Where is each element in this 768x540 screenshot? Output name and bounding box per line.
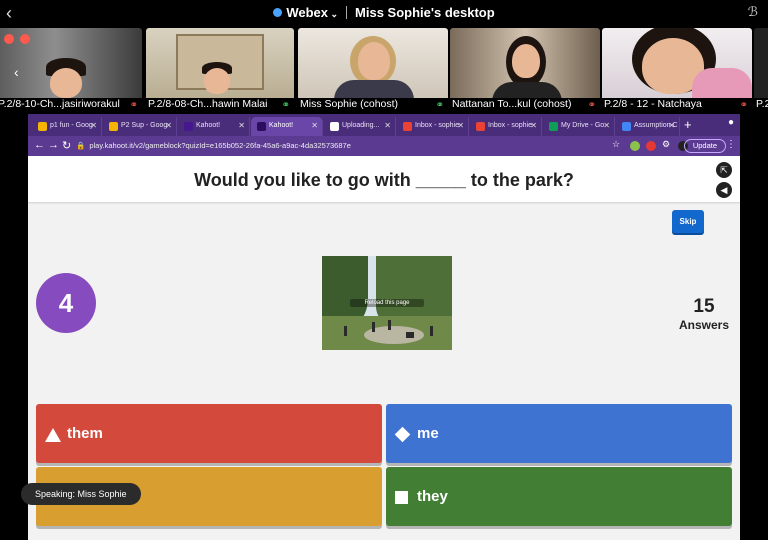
mic-muted-icon: ⚭: [739, 100, 748, 111]
extension-icon[interactable]: [646, 141, 656, 151]
more-menu-icon[interactable]: ⋮: [726, 139, 736, 150]
docs-icon: [109, 122, 118, 131]
browser-tab-bar: p1 fun - Goog ✕ P2 Sup - Goog ✕ Kahoot! ✕ K…: [28, 114, 740, 136]
mic-active-icon: ⚭: [435, 100, 444, 111]
square-icon: [395, 491, 408, 504]
participant-name: P.2/8 - 12 - Natchaya: [604, 98, 702, 110]
site-icon: [622, 122, 631, 131]
participant-strip: ‹ P.2/8-10-Ch...jasiriworakul ⚭ P.2/8-08…: [0, 26, 768, 112]
answers-counter: 15 Answers: [672, 296, 736, 332]
participant-tile[interactable]: Miss Sophie (cohost) ⚭: [298, 28, 448, 112]
url-field[interactable]: 🔒 play.kahoot.it/v2/gameblock?quizId=e165…: [76, 141, 351, 150]
new-tab-icon[interactable]: +: [684, 117, 692, 132]
answers-count-number: 15: [693, 296, 715, 317]
drive-icon: [549, 122, 558, 131]
answers-count-label: Answers: [678, 318, 730, 332]
close-tab-icon[interactable]: ✕: [311, 121, 318, 130]
back-arrow-icon[interactable]: ←: [34, 139, 45, 151]
bookmark-star-icon[interactable]: ☆: [612, 139, 620, 150]
video-off-indicator-icon: [20, 34, 30, 44]
reload-icon[interactable]: ↻: [62, 139, 71, 152]
skip-button[interactable]: Skip: [672, 210, 704, 233]
browser-tab[interactable]: Assumption C ✕: [616, 117, 680, 136]
browser-tab[interactable]: P2 Sup - Goog ✕: [103, 117, 177, 136]
browser-tab[interactable]: Uploading... ✕: [324, 117, 396, 136]
close-tab-icon[interactable]: ✕: [603, 121, 610, 130]
docs-icon: [38, 122, 47, 131]
browser-tab[interactable]: My Drive - Go ✕: [543, 117, 615, 136]
extensions-puzzle-icon[interactable]: ⚙: [662, 139, 670, 150]
kahoot-icon: [257, 122, 266, 131]
meeting-title[interactable]: Webex ⌄ Miss Sophie's desktop: [0, 5, 768, 20]
update-button[interactable]: Update: [683, 139, 726, 153]
participant-tile[interactable]: ‹ P.2/8-10-Ch...jasiriworakul ⚭: [0, 28, 142, 112]
browser-tab[interactable]: Kahoot! ✕: [178, 117, 250, 136]
close-tab-icon[interactable]: ✕: [668, 121, 675, 130]
close-tab-icon[interactable]: ✕: [457, 121, 464, 130]
participant-tile[interactable]: Nattanan To...kul (cohost) ⚭: [450, 28, 600, 112]
answer-text: me: [417, 425, 439, 442]
answer-text: they: [417, 488, 448, 505]
fullscreen-icon[interactable]: ⇱: [716, 162, 732, 178]
address-bar: ← → ↻ 🔒 play.kahoot.it/v2/gameblock?quizI…: [28, 136, 740, 156]
answer-option-square[interactable]: they: [386, 467, 732, 526]
webex-logo-icon: [273, 8, 283, 17]
lock-icon: 🔒: [76, 141, 86, 150]
question-bar: Would you like to go with _____ to the p…: [28, 156, 740, 202]
close-tab-icon[interactable]: ✕: [90, 121, 97, 130]
mic-muted-icon: ⚭: [129, 100, 138, 111]
close-tab-icon[interactable]: ✕: [530, 121, 537, 130]
answer-option-triangle[interactable]: them: [36, 404, 382, 463]
question-image: Reload this page: [322, 256, 452, 350]
diamond-icon: [394, 426, 411, 443]
reload-overlay-text[interactable]: Reload this page: [350, 299, 424, 307]
close-tab-icon[interactable]: ✕: [238, 121, 245, 130]
mute-indicator-icon: [4, 34, 14, 44]
participant-tile[interactable]: P.2/8-08-Ch...hawin Malai ⚭: [146, 28, 294, 112]
participant-name: Nattanan To...kul (cohost): [452, 98, 572, 110]
browser-tab[interactable]: Inbox - sophie ✕: [470, 117, 542, 136]
browser-tab[interactable]: p1 fun - Goog ✕: [32, 117, 102, 136]
gmail-icon: [403, 122, 412, 131]
close-tab-icon[interactable]: ✕: [384, 121, 391, 130]
app-name: Webex: [286, 5, 328, 20]
question-text: Would you like to go with _____ to the p…: [194, 170, 574, 190]
triangle-icon: [45, 427, 61, 442]
browser-tab-active[interactable]: Kahoot! ✕: [251, 117, 323, 136]
left-arrow-icon[interactable]: ‹: [14, 64, 19, 80]
speaking-indicator: Speaking: Miss Sophie: [21, 483, 141, 505]
browser-tab[interactable]: Inbox - sophie ✕: [397, 117, 469, 136]
forward-arrow-icon[interactable]: →: [48, 139, 59, 151]
answer-text: them: [67, 425, 103, 442]
close-tab-icon[interactable]: ✕: [165, 121, 172, 130]
upload-icon: [330, 122, 339, 131]
answer-option-diamond[interactable]: me: [386, 404, 732, 463]
extension-icon[interactable]: [630, 141, 640, 151]
sound-icon[interactable]: ◀: [716, 182, 732, 198]
kahoot-icon: [184, 122, 193, 131]
mic-muted-icon: ⚭: [587, 100, 596, 111]
mic-active-icon: ⚭: [281, 100, 290, 111]
participant-tile[interactable]: P.2: [754, 28, 768, 112]
participant-name: Miss Sophie (cohost): [300, 98, 399, 110]
participant-name: P.2: [756, 98, 768, 110]
participant-name: P.2/8-08-Ch...hawin Malai: [148, 98, 268, 110]
gmail-icon: [476, 122, 485, 131]
session-title: Miss Sophie's desktop: [355, 5, 495, 20]
participant-tile[interactable]: P.2/8 - 12 - Natchaya ⚭: [602, 28, 752, 112]
bluetooth-icon: ℬ: [747, 4, 758, 19]
participant-name: P.2/8-10-Ch...jasiriworakul: [0, 98, 120, 110]
tab-search-icon[interactable]: ●: [728, 117, 734, 128]
countdown-timer: 4: [36, 273, 96, 333]
webex-top-bar: ‹ Webex ⌄ Miss Sophie's desktop ℬ: [0, 0, 768, 26]
